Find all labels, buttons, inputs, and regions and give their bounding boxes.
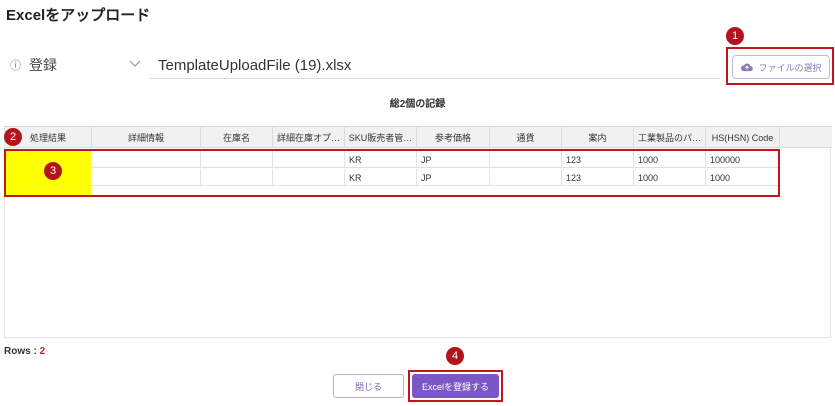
annotation-box-rows xyxy=(4,149,780,197)
annotation-box-4 xyxy=(408,370,503,402)
file-name-text: TemplateUploadFile (19).xlsx xyxy=(158,57,352,74)
rows-count: Rows : 2 xyxy=(4,346,45,357)
chevron-down-icon xyxy=(129,60,141,67)
grid-header: 処理結果 詳細情報 在庫名 詳細在庫オプ… SKU販売者管… 参考価格 通貨 案… xyxy=(5,126,832,148)
annotation-badge-2: 2 xyxy=(4,128,22,146)
records-count-label: 総2個の記録 xyxy=(389,99,446,110)
column-header[interactable]: 詳細情報 xyxy=(92,127,201,148)
column-header[interactable]: 詳細在庫オプ… xyxy=(273,127,345,148)
annotation-badge-3: 3 xyxy=(44,162,62,180)
info-circle-icon: ⓘ xyxy=(10,60,21,72)
rows-count-label: Rows : xyxy=(4,346,37,357)
mode-select[interactable]: ⓘ 登録 xyxy=(6,52,146,78)
column-header[interactable]: 工業製品のパ… xyxy=(634,127,706,148)
annotation-badge-1: 1 xyxy=(726,27,744,45)
annotation-box-1 xyxy=(726,47,834,85)
column-header[interactable]: HS(HSN) Code xyxy=(706,127,780,148)
column-header[interactable]: 在庫名 xyxy=(201,127,273,148)
dialog-title: Excelをアップロード xyxy=(6,7,151,24)
rows-count-value: 2 xyxy=(39,346,46,357)
column-header[interactable]: 通貨 xyxy=(490,127,562,148)
file-name-field[interactable]: TemplateUploadFile (19).xlsx xyxy=(150,50,720,79)
mode-select-value: 登録 xyxy=(29,57,57,73)
annotation-badge-4: 4 xyxy=(446,347,464,365)
column-header[interactable]: 案内 xyxy=(562,127,634,148)
column-header[interactable]: SKU販売者管… xyxy=(345,127,417,148)
column-header[interactable]: 参考価格 xyxy=(417,127,490,148)
close-button[interactable]: 閉じる xyxy=(333,374,404,398)
